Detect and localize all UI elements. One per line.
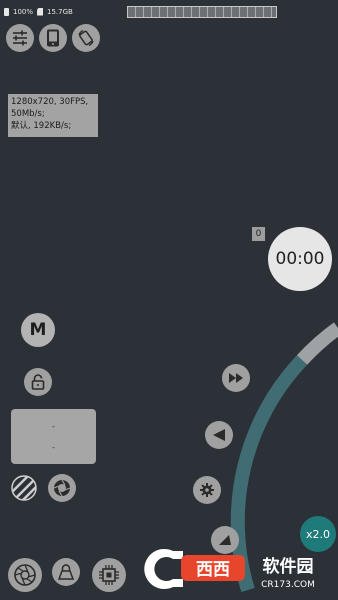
focus-peaking-button[interactable] (48, 474, 76, 502)
panel-value-top: - (52, 421, 55, 431)
fast-forward-icon (229, 373, 243, 383)
cpu-icon (99, 565, 119, 585)
stripes-icon (11, 475, 37, 501)
sliders-icon (13, 30, 27, 46)
status-bar: 100% 15.7GB (4, 6, 73, 17)
record-timer-button[interactable]: 00:00 (268, 227, 332, 291)
gear-icon (200, 483, 214, 497)
storage-free: 15.7GB (47, 7, 73, 16)
aperture-icon (53, 479, 71, 497)
watermark-brand: 西西 (196, 560, 230, 580)
audio-level-meter (127, 6, 277, 18)
orientation-phone-button[interactable] (39, 24, 67, 52)
eraser-button[interactable] (52, 558, 80, 586)
phone-icon (47, 29, 59, 47)
panel-value-bottom: - (52, 442, 55, 452)
triangle-left-icon (213, 429, 225, 441)
rotate-button[interactable] (72, 24, 100, 52)
sd-card-icon (37, 7, 44, 16)
rotate-icon (78, 29, 94, 47)
zebra-button[interactable] (10, 474, 38, 502)
recording-info-box: 1280x720, 30FPS, 50Mb/s; 默认, 192KB/s; (8, 94, 98, 137)
processor-button[interactable] (92, 558, 126, 592)
fast-forward-button[interactable] (222, 364, 250, 392)
manual-mode-button[interactable]: M (21, 313, 55, 347)
step-back-button[interactable] (205, 421, 233, 449)
gear-button[interactable] (193, 476, 221, 504)
lock-icon (58, 564, 74, 580)
watermark-logo: 西西 软件园 CR173.COM (144, 549, 315, 590)
settings-button[interactable] (6, 24, 34, 52)
watermark-domain: CR173.COM (261, 580, 315, 590)
watermark-text: 软件园 (263, 556, 314, 577)
exposure-panel: - - (11, 409, 96, 464)
lock-icon (31, 374, 45, 390)
lock-button[interactable] (24, 368, 52, 396)
info-bitrate: 50Mb/s; (11, 109, 45, 119)
info-resolution: 1280x720, 30FPS, (11, 97, 89, 107)
battery-level: 100% (13, 7, 34, 16)
clip-counter: 0 (252, 227, 265, 241)
info-audio: 默认, 192KB/s; (11, 121, 72, 131)
aperture-icon (14, 564, 36, 586)
battery-icon (4, 7, 9, 16)
aperture-button[interactable] (8, 558, 42, 592)
